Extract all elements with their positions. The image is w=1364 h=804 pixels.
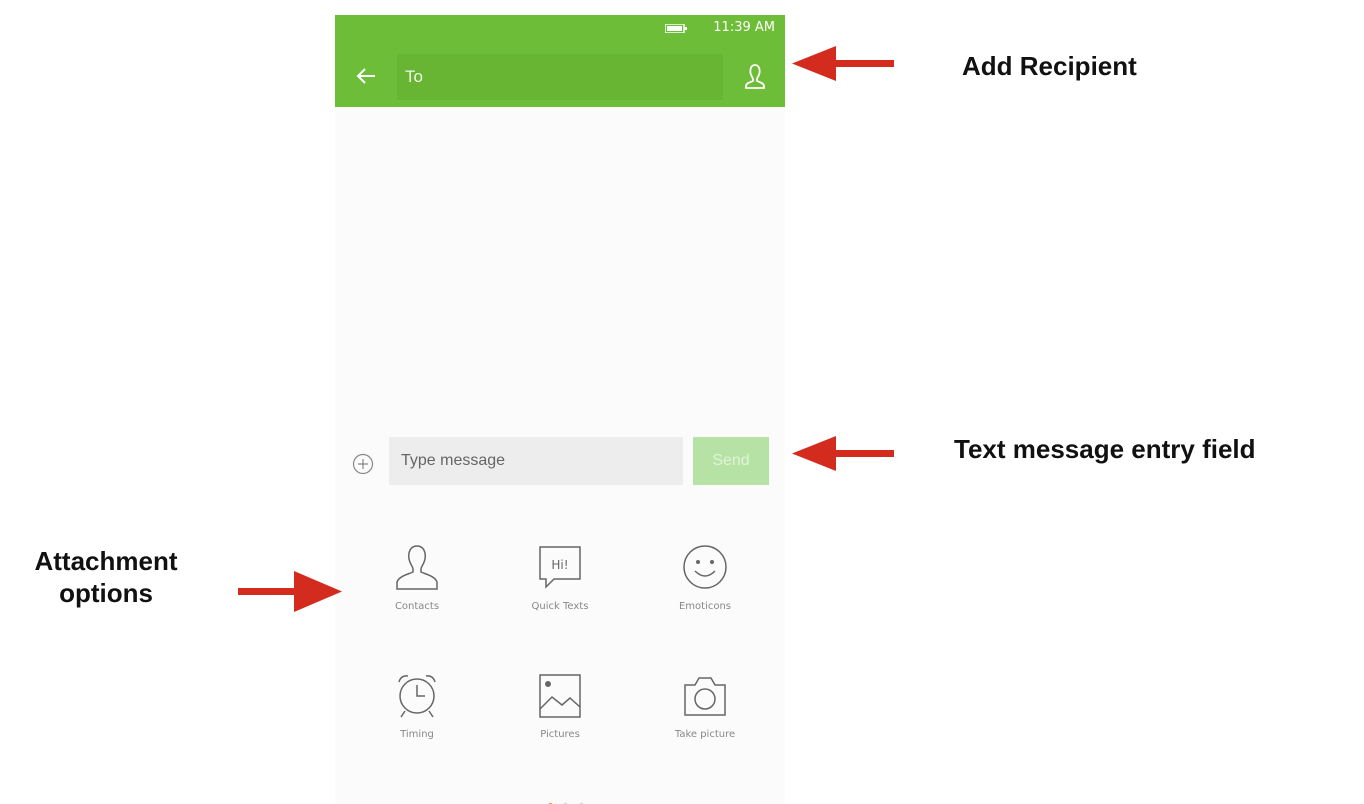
timing-icon xyxy=(398,675,436,718)
arrow-right-icon xyxy=(238,571,342,612)
arrow-left-icon xyxy=(792,436,894,471)
attachment-emoticons[interactable]: Emoticons xyxy=(650,543,760,643)
attachment-pictures[interactable]: Pictures xyxy=(505,671,615,771)
page-indicator xyxy=(545,795,587,804)
battery-icon xyxy=(665,24,687,33)
annotation-attachment-options: Attachment options xyxy=(8,545,204,609)
attachment-label: Pictures xyxy=(540,729,580,740)
annotation-text-entry: Text message entry field xyxy=(954,434,1256,464)
top-bar: 11:39 AM To xyxy=(335,15,785,107)
attachment-take-picture[interactable]: Take picture xyxy=(650,671,760,771)
recipient-input[interactable]: To xyxy=(397,54,723,100)
annotation-attachment-line2: options xyxy=(59,578,153,608)
quick-texts-icon: Hi! xyxy=(539,546,581,589)
phone-screen: 11:39 AM To Type message Send Contacts H… xyxy=(335,15,785,804)
attachment-label: Emoticons xyxy=(678,601,732,612)
add-attachment-icon[interactable] xyxy=(352,453,374,475)
back-arrow-icon[interactable] xyxy=(355,65,377,87)
message-input[interactable]: Type message xyxy=(389,437,683,485)
attachment-label: Contacts xyxy=(394,601,440,612)
attachment-label: Quick Texts xyxy=(531,601,589,612)
status-time: 11:39 AM xyxy=(713,20,775,35)
svg-text:Hi!: Hi! xyxy=(551,558,568,572)
attachment-label: Take picture xyxy=(674,729,736,740)
annotation-attachment-line1: Attachment xyxy=(34,546,178,576)
attachment-contacts[interactable]: Contacts xyxy=(362,543,472,643)
arrow-left-icon xyxy=(792,46,894,81)
add-recipient-icon[interactable] xyxy=(743,62,767,90)
attachment-timing[interactable]: Timing xyxy=(362,671,472,771)
emoticons-icon xyxy=(683,545,727,589)
pictures-icon xyxy=(539,674,581,718)
attachment-quick-texts[interactable]: Hi! Quick Texts xyxy=(505,543,615,643)
attachment-label: Timing xyxy=(400,729,434,740)
message-placeholder: Type message xyxy=(401,452,506,469)
annotation-add-recipient: Add Recipient xyxy=(962,51,1137,81)
recipient-placeholder: To xyxy=(405,67,423,86)
send-button[interactable]: Send xyxy=(693,437,769,485)
contacts-icon xyxy=(396,545,438,590)
camera-icon xyxy=(684,677,726,716)
